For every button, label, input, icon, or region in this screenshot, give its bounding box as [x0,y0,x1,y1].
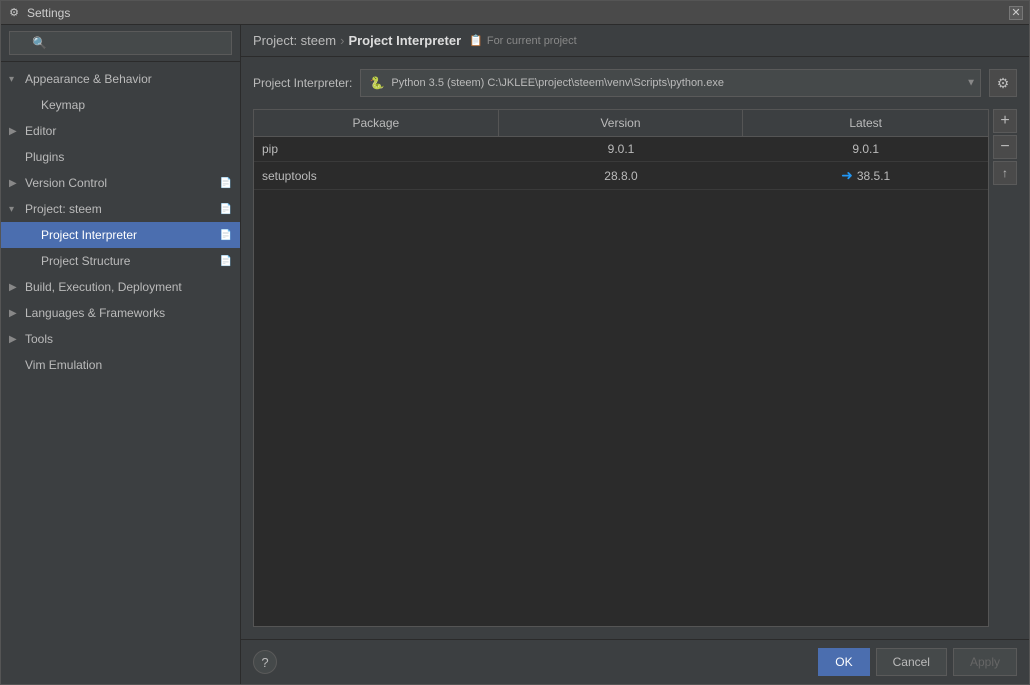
sidebar-item-plugins[interactable]: Plugins [1,144,240,170]
right-panel: Project: steem › Project Interpreter 📋 F… [241,25,1029,684]
sidebar-item-build-execution[interactable]: ▶ Build, Execution, Deployment [1,274,240,300]
sidebar-item-label: Plugins [25,150,64,164]
settings-window: ⚙ Settings ✕ 🔍 ▾ Appearance & Behavior [0,0,1030,685]
ok-button[interactable]: OK [818,648,869,676]
sidebar-item-label: Vim Emulation [25,358,102,372]
sidebar-item-label: Appearance & Behavior [25,72,152,86]
package-latest: ➜ 38.5.1 [743,162,988,189]
table-header: Package Version Latest [254,110,988,137]
expand-arrow: ▶ [9,282,21,293]
nav-tree: ▾ Appearance & Behavior Keymap ▶ Editor … [1,62,240,684]
spacer [9,152,21,163]
sidebar-item-label: Build, Execution, Deployment [25,280,182,294]
spacer [25,256,37,267]
close-button[interactable]: ✕ [1009,6,1023,20]
interpreter-value: Python 3.5 (steem) C:\JKLEE\project\stee… [391,77,724,89]
gear-icon: ⚙ [997,75,1010,92]
interpreter-settings-button[interactable]: ⚙ [989,69,1017,97]
expand-arrow: ▶ [9,334,21,345]
spacer [25,230,37,241]
title-bar-left: ⚙ Settings [7,6,70,20]
packages-actions: + − ↑ [989,109,1017,627]
window-title: Settings [27,6,70,20]
page-icon: 📄 [220,178,232,189]
package-latest: 9.0.1 [743,137,988,161]
interpreter-row: Project Interpreter: 🐍 Python 3.5 (steem… [253,69,1017,97]
spacer [25,100,37,111]
sidebar-item-label: Keymap [41,98,85,112]
search-wrapper: 🔍 [9,31,232,55]
breadcrumb: Project: steem › Project Interpreter 📋 F… [241,25,1029,57]
interpreter-label: Project Interpreter: [253,76,352,90]
expand-arrow: ▾ [9,204,21,215]
expand-arrow: ▶ [9,308,21,319]
expand-arrow: ▾ [9,74,21,85]
breadcrumb-separator: › [340,33,344,48]
sidebar-item-label: Project Structure [41,254,130,268]
sidebar-item-label: Tools [25,332,53,346]
help-button[interactable]: ? [253,650,277,674]
col-header-version: Version [499,110,744,136]
page-icon: 📄 [220,204,232,215]
col-header-package: Package [254,110,499,136]
upgrade-package-button[interactable]: ↑ [993,161,1017,185]
search-box: 🔍 [1,25,240,62]
cancel-button[interactable]: Cancel [876,648,947,676]
apply-button[interactable]: Apply [953,648,1017,676]
sidebar-item-vim-emulation[interactable]: Vim Emulation [1,352,240,378]
sidebar-item-appearance-behavior[interactable]: ▾ Appearance & Behavior [1,66,240,92]
for-project-icon: 📋 [469,34,483,47]
breadcrumb-current: Project Interpreter [348,33,461,48]
sidebar-item-editor[interactable]: ▶ Editor [1,118,240,144]
spacer [9,360,21,371]
sidebar-item-tools[interactable]: ▶ Tools [1,326,240,352]
content-area: Project Interpreter: 🐍 Python 3.5 (steem… [241,57,1029,639]
package-name: setuptools [254,162,499,189]
bottom-bar: ? OK Cancel Apply [241,639,1029,684]
sidebar-item-label: Project Interpreter [41,228,137,242]
expand-arrow: ▶ [9,126,21,137]
sidebar-item-project-interpreter[interactable]: Project Interpreter 📄 [1,222,240,248]
package-version: 9.0.1 [499,137,744,161]
interpreter-select[interactable]: 🐍 Python 3.5 (steem) C:\JKLEE\project\st… [360,69,981,97]
search-input[interactable] [9,31,232,55]
sidebar-item-keymap[interactable]: Keymap [1,92,240,118]
remove-package-button[interactable]: − [993,135,1017,159]
packages-table: Package Version Latest pip 9.0.1 9.0.1 [253,109,989,627]
table-row[interactable]: pip 9.0.1 9.0.1 [254,137,988,162]
sidebar-item-version-control[interactable]: ▶ Version Control 📄 [1,170,240,196]
page-icon: 📄 [220,230,232,241]
sidebar-item-label: Languages & Frameworks [25,306,165,320]
python-icon: 🐍 [369,75,385,91]
sidebar-item-label: Editor [25,124,56,138]
sidebar-item-languages-frameworks[interactable]: ▶ Languages & Frameworks [1,300,240,326]
packages-area: Package Version Latest pip 9.0.1 9.0.1 [253,109,1017,627]
expand-arrow: ▶ [9,178,21,189]
breadcrumb-for-project: 📋 For current project [469,34,577,47]
page-icon: 📄 [220,256,232,267]
package-name: pip [254,137,499,161]
update-arrow-icon: ➜ [841,167,853,184]
package-version: 28.8.0 [499,162,744,189]
sidebar-item-label: Project: steem [25,202,102,216]
title-bar: ⚙ Settings ✕ [1,1,1029,25]
dropdown-arrow-icon: ▼ [966,78,976,89]
add-package-button[interactable]: + [993,109,1017,133]
table-row[interactable]: setuptools 28.8.0 ➜ 38.5.1 [254,162,988,190]
col-header-latest: Latest [743,110,988,136]
sidebar-item-project-structure[interactable]: Project Structure 📄 [1,248,240,274]
sidebar: 🔍 ▾ Appearance & Behavior Keymap ▶ [1,25,241,684]
interpreter-select-inner: 🐍 Python 3.5 (steem) C:\JKLEE\project\st… [369,75,956,91]
main-content: 🔍 ▾ Appearance & Behavior Keymap ▶ [1,25,1029,684]
bottom-buttons: OK Cancel Apply [818,648,1017,676]
for-project-text: For current project [487,35,577,47]
settings-icon: ⚙ [7,6,21,20]
breadcrumb-project: Project: steem [253,33,336,48]
sidebar-item-label: Version Control [25,176,107,190]
latest-value: 38.5.1 [857,169,890,183]
sidebar-item-project-steem[interactable]: ▾ Project: steem 📄 [1,196,240,222]
